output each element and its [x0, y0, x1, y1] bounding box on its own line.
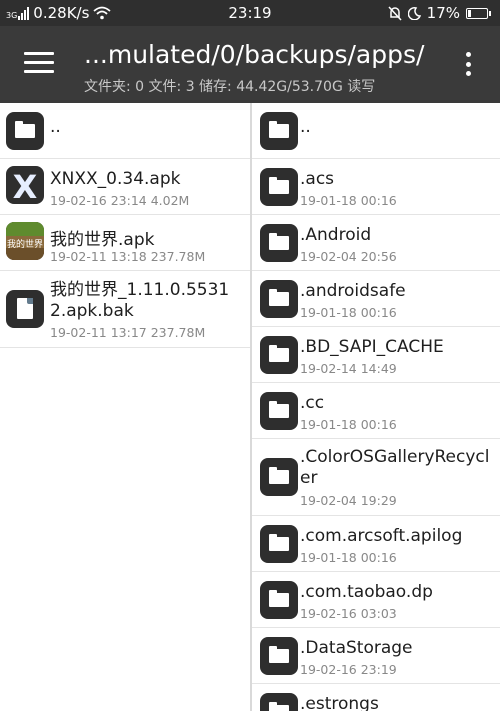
folder-meta: 19-01-18 00:16 — [300, 417, 397, 432]
file-name: .. — [50, 117, 61, 137]
parent-directory-row[interactable]: .. — [0, 103, 250, 159]
left-file-pane[interactable]: .. X XNXX_0.34.apk 19-02-16 23:14 4.02M … — [0, 103, 250, 711]
app-bar: ...mulated/0/backups/apps/ 文件夹: 0 文件: 3 … — [0, 26, 500, 103]
folder-icon — [260, 392, 298, 430]
folder-meta: 19-01-18 00:16 — [300, 550, 397, 565]
folder-meta: 19-02-16 23:19 — [300, 662, 397, 677]
apk-x-glyph: X — [12, 168, 38, 206]
folder-icon — [260, 224, 298, 262]
status-bar: 3G 0.28K/s 23:19 17% — [0, 0, 500, 26]
folder-row[interactable]: .cc 19-01-18 00:16 — [252, 383, 500, 439]
file-meta: 19-02-11 13:17 237.78M — [50, 325, 206, 340]
file-name: XNXX_0.34.apk — [50, 169, 181, 189]
storage-info: 文件夹: 0 文件: 3 储存: 44.42G/53.70G 读写 — [84, 79, 376, 95]
folder-name: .acs — [300, 169, 335, 189]
folder-name: .estrongs — [300, 694, 379, 711]
folder-meta: 19-02-14 14:49 — [300, 361, 397, 376]
file-name: 我的世界_1.11.0.55312.apk.bak — [50, 280, 230, 321]
document-icon — [6, 290, 44, 328]
folder-name: .androidsafe — [300, 281, 406, 301]
battery-icon — [466, 7, 491, 19]
folder-meta: 19-01-18 00:16 — [300, 305, 397, 320]
folder-name: .BD_SAPI_CACHE — [300, 337, 444, 357]
folder-icon — [6, 112, 44, 150]
more-options-icon[interactable] — [464, 52, 472, 76]
file-row[interactable]: 我的世界 我的世界.apk 19-02-11 13:18 237.78M — [0, 215, 250, 271]
apk-mc-glyph: 我的世界 — [6, 240, 43, 250]
apk-x-icon: X — [6, 166, 44, 206]
parent-directory-row[interactable]: .. — [252, 103, 500, 159]
right-file-pane[interactable]: .. .acs 19-01-18 00:16 .Android 19-02-04… — [250, 103, 500, 711]
folder-name: .DataStorage — [300, 638, 413, 658]
folder-name: .com.arcsoft.apilog — [300, 526, 463, 546]
file-meta: 19-02-11 13:18 237.78M — [50, 249, 206, 264]
folder-row[interactable]: .ColorOSGalleryRecycler 19-02-04 19:29 — [252, 439, 500, 516]
folder-name: .cc — [300, 393, 325, 413]
file-row[interactable]: 我的世界_1.11.0.55312.apk.bak 19-02-11 13:17… — [0, 271, 250, 348]
folder-icon — [260, 525, 298, 563]
silent-bell-icon — [388, 5, 402, 21]
moon-icon — [407, 6, 421, 20]
folder-meta: 19-02-04 20:56 — [300, 249, 397, 264]
folder-icon — [260, 168, 298, 206]
folder-icon — [260, 336, 298, 374]
file-row[interactable]: X XNXX_0.34.apk 19-02-16 23:14 4.02M — [0, 159, 250, 215]
folder-meta: 19-02-04 19:29 — [300, 493, 397, 508]
folder-name: .. — [300, 117, 311, 137]
folder-row[interactable]: .DataStorage 19-02-16 23:19 — [252, 628, 500, 684]
folder-icon — [260, 637, 298, 675]
current-path: ...mulated/0/backups/apps/ — [84, 40, 425, 69]
folder-name: .Android — [300, 225, 372, 245]
file-meta: 19-02-16 23:14 4.02M — [50, 193, 190, 208]
folder-row[interactable]: .BD_SAPI_CACHE 19-02-14 14:49 — [252, 327, 500, 383]
folder-name: .ColorOSGalleryRecycler — [300, 447, 490, 488]
folder-icon — [260, 693, 298, 711]
folder-name: .com.taobao.dp — [300, 582, 433, 602]
minecraft-apk-icon: 我的世界 — [6, 222, 44, 260]
file-name: 我的世界.apk — [50, 230, 155, 250]
folder-meta: 19-02-16 03:03 — [300, 606, 397, 621]
folder-icon — [260, 280, 298, 318]
folder-meta: 19-01-18 00:16 — [300, 193, 397, 208]
folder-row[interactable]: .Android 19-02-04 20:56 — [252, 215, 500, 271]
folder-row[interactable]: .acs 19-01-18 00:16 — [252, 159, 500, 215]
folder-row[interactable]: .com.taobao.dp 19-02-16 03:03 — [252, 572, 500, 628]
folder-icon — [260, 458, 298, 496]
folder-row[interactable]: .estrongs — [252, 684, 500, 711]
folder-row[interactable]: .androidsafe 19-01-18 00:16 — [252, 271, 500, 327]
folder-icon — [260, 112, 298, 150]
folder-row[interactable]: .com.arcsoft.apilog 19-01-18 00:16 — [252, 516, 500, 572]
hamburger-menu-icon[interactable] — [24, 52, 54, 74]
folder-icon — [260, 581, 298, 619]
battery-percent: 17% — [426, 4, 460, 22]
